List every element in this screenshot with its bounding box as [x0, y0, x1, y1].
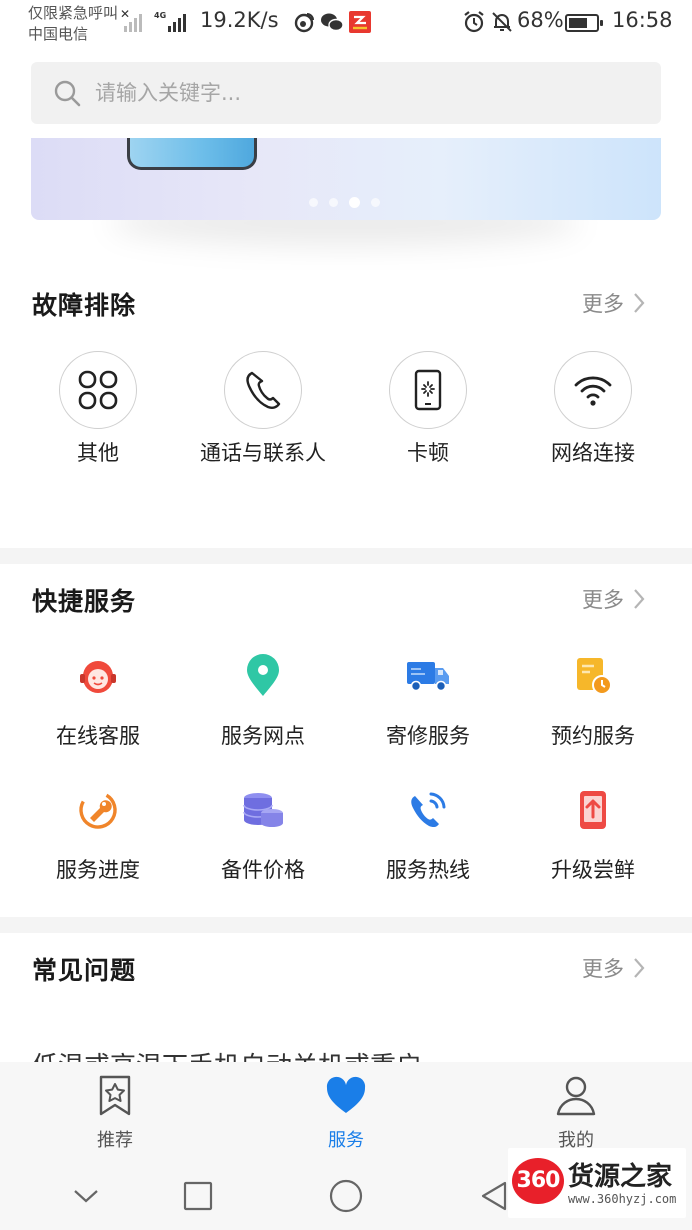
service-label: 在线客服: [56, 724, 140, 748]
location-pin-icon: [233, 646, 293, 706]
search-icon: [53, 79, 81, 111]
alarm-icon: [462, 10, 486, 34]
watermark-url: www.360hyzj.com: [568, 1192, 677, 1206]
faq-section: 常见问题 更多: [0, 933, 692, 1062]
battery-fill: [569, 18, 587, 28]
weibo-icon: [292, 10, 316, 34]
service-label: 服务热线: [386, 858, 470, 882]
section-title: 常见问题: [32, 956, 137, 985]
chevron-right-icon: [634, 293, 645, 313]
service-service-centers[interactable]: 服务网点: [188, 646, 338, 750]
app-notification-icon: [348, 10, 372, 34]
faq-more-link[interactable]: 更多: [582, 953, 646, 983]
banner-pagination: [309, 197, 380, 208]
troubleshoot-item-label: 其他: [77, 441, 119, 465]
chevron-right-icon: [634, 958, 645, 978]
4g-signal-icon: [168, 12, 186, 32]
clock: 16:58: [612, 8, 673, 32]
banner-phone-image: [127, 138, 257, 170]
tab-mine[interactable]: 我的: [516, 1074, 636, 1152]
watermark: 360 货源之家 www.360hyzj.com: [508, 1148, 686, 1218]
service-label: 升级尝鲜: [551, 858, 635, 882]
net-speed: 19.2K/s: [200, 8, 279, 32]
troubleshoot-item-other[interactable]: 其他: [23, 351, 173, 467]
quick-services-section: 快捷服务 更多 在线客服 服务网点 寄修服务 预约服务 服务进度 备件价格 服务…: [0, 564, 692, 917]
section-title: 快捷服务: [32, 587, 137, 616]
hotline-phone-icon: [398, 780, 458, 840]
bookmark-star-icon: [99, 1075, 131, 1116]
section-gap: [0, 917, 692, 933]
carrier-info: 仅限紧急呼叫 ✕ 中国电信: [28, 3, 130, 44]
bottom-tab-bar: 推荐 服务 我的: [0, 1062, 692, 1162]
troubleshoot-item-label: 通话与联系人: [200, 441, 326, 465]
battery-percent: 68%: [517, 8, 564, 32]
phone-loading-icon: [389, 351, 467, 429]
troubleshoot-item-calls-contacts[interactable]: 通话与联系人: [188, 351, 338, 467]
tab-label: 推荐: [97, 1130, 133, 1151]
customer-service-icon: [68, 646, 128, 706]
recents-square-icon[interactable]: [178, 1176, 218, 1216]
banner-dot: [371, 198, 380, 207]
troubleshoot-more-link[interactable]: 更多: [582, 288, 646, 318]
service-beta-upgrade[interactable]: 升级尝鲜: [518, 780, 668, 884]
tab-label: 服务: [328, 1130, 364, 1151]
quick-services-more-link[interactable]: 更多: [582, 584, 646, 614]
section-title: 故障排除: [32, 291, 137, 320]
service-appointment[interactable]: 预约服务: [518, 646, 668, 750]
promo-banner[interactable]: [31, 138, 661, 220]
coins-stack-icon: [233, 780, 293, 840]
banner-dot: [329, 198, 338, 207]
truck-icon: [398, 646, 458, 706]
service-online-support[interactable]: 在线客服: [23, 646, 173, 750]
chevron-right-icon: [634, 589, 645, 609]
service-label: 预约服务: [551, 724, 635, 748]
troubleshoot-item-label: 卡顿: [407, 441, 449, 465]
heart-icon: [326, 1076, 366, 1113]
upgrade-phone-icon: [563, 780, 623, 840]
more-label: 更多: [582, 588, 624, 612]
faq-item-title: 低温或高温下手机自动关机或重启: [32, 1052, 422, 1062]
service-parts-price[interactable]: 备件价格: [188, 780, 338, 884]
tab-recommend[interactable]: 推荐: [55, 1074, 175, 1152]
tab-service[interactable]: 服务: [286, 1074, 406, 1152]
carrier-name: 中国电信: [28, 25, 89, 43]
collapse-chevron-icon[interactable]: [66, 1176, 106, 1216]
more-label: 更多: [582, 957, 624, 981]
service-repair-progress[interactable]: 服务进度: [23, 780, 173, 884]
troubleshoot-section: 故障排除 更多 其他 通话与联系人 卡顿 网络连接: [0, 270, 692, 548]
wifi-icon: [554, 351, 632, 429]
signal-icon: [124, 12, 142, 32]
service-label: 服务网点: [221, 724, 305, 748]
service-label: 寄修服务: [386, 724, 470, 748]
watermark-name: 货源之家: [568, 1162, 673, 1192]
service-label: 备件价格: [221, 858, 305, 882]
person-icon: [556, 1076, 596, 1116]
carrier-emergency-text: 仅限紧急呼叫: [28, 4, 119, 22]
status-bar: 仅限紧急呼叫 ✕ 中国电信 4G 19.2K/s 68% 16:58: [0, 0, 692, 48]
network-type-label: 4G: [154, 11, 167, 20]
troubleshoot-item-label: 网络连接: [551, 441, 635, 465]
wechat-icon: [320, 10, 344, 34]
home-circle-icon[interactable]: [326, 1176, 366, 1216]
phone-call-icon: [224, 351, 302, 429]
more-label: 更多: [582, 292, 624, 316]
troubleshoot-item-lag[interactable]: 卡顿: [353, 351, 503, 467]
service-mail-in-repair[interactable]: 寄修服务: [353, 646, 503, 750]
section-gap: [0, 548, 692, 564]
banner-dot: [309, 198, 318, 207]
banner-dot: [349, 197, 360, 208]
wrench-progress-icon: [68, 780, 128, 840]
faq-first-item[interactable]: 低温或高温下手机自动关机或重启: [32, 1052, 662, 1062]
watermark-logo: 360: [512, 1158, 564, 1204]
search-input[interactable]: [95, 74, 635, 112]
mute-bell-icon: [490, 10, 514, 34]
search-bar[interactable]: [31, 62, 661, 124]
four-petal-icon: [59, 351, 137, 429]
troubleshoot-item-network[interactable]: 网络连接: [518, 351, 668, 467]
service-hotline[interactable]: 服务热线: [353, 780, 503, 884]
battery-icon: [565, 14, 603, 32]
appointment-icon: [563, 646, 623, 706]
service-label: 服务进度: [56, 858, 140, 882]
